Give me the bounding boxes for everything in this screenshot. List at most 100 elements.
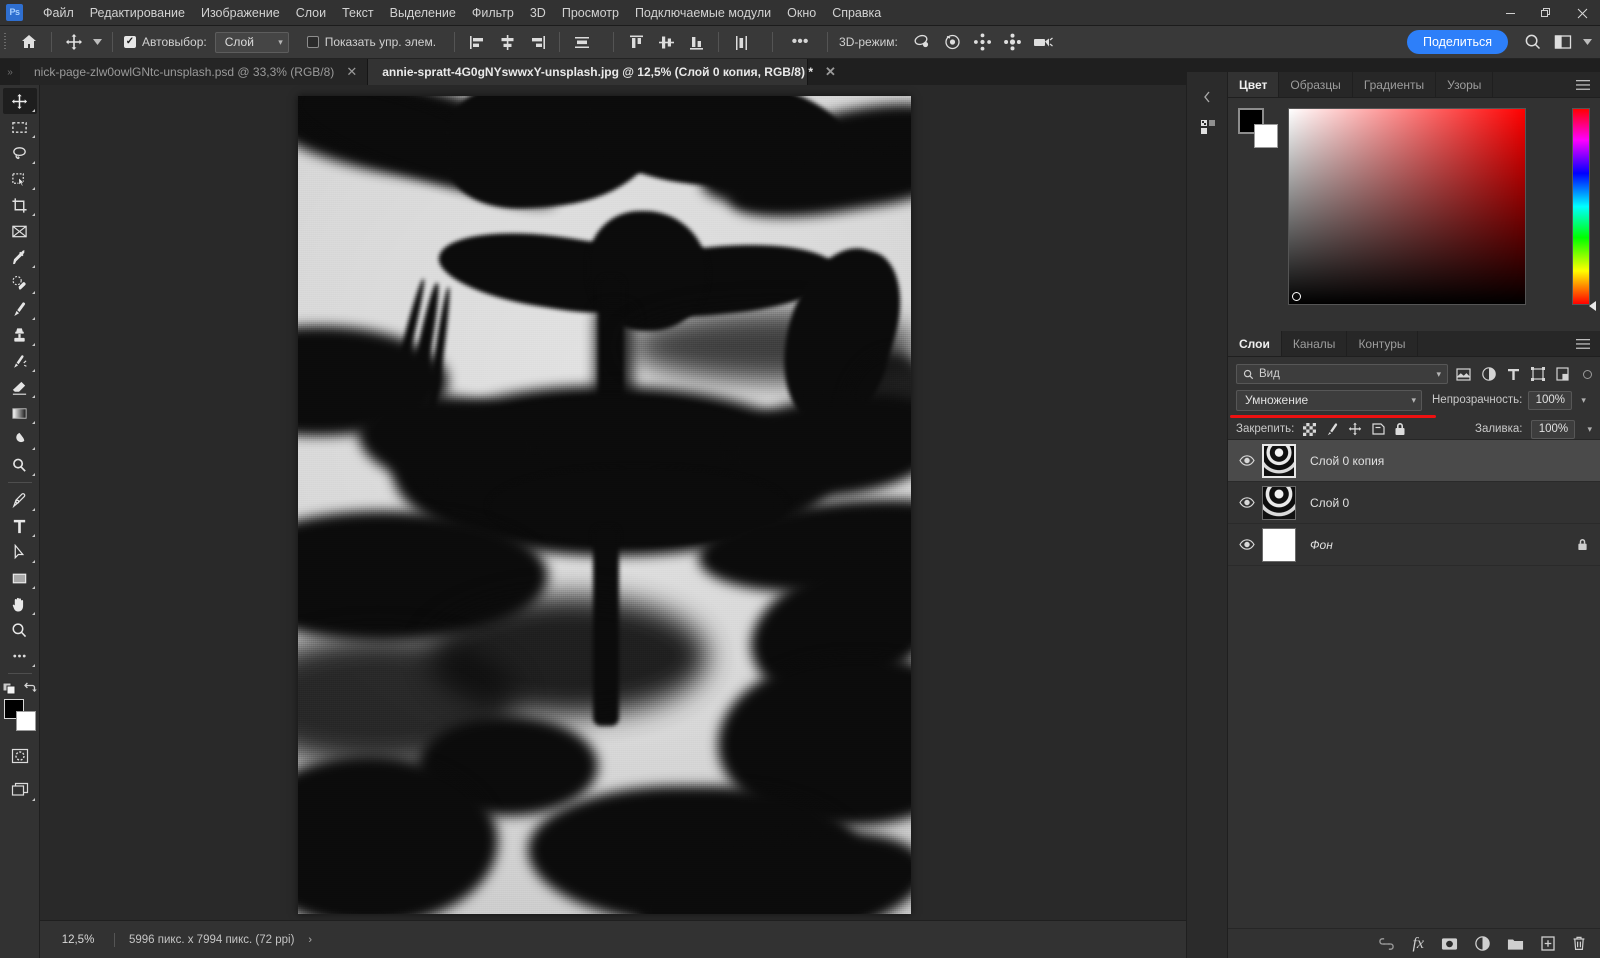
spot-healing-brush-tool[interactable] — [3, 270, 37, 296]
layer-style-fx-icon[interactable]: fx — [1412, 935, 1424, 953]
gradient-tool[interactable] — [3, 400, 37, 426]
clone-stamp-tool[interactable] — [3, 322, 37, 348]
canvas-area[interactable] — [40, 85, 1186, 920]
menu-item-file[interactable]: Файл — [35, 2, 82, 24]
distribute-horizontal-icon[interactable] — [567, 26, 597, 59]
show-transform-controls-group[interactable]: Показать упр. элем. — [306, 35, 436, 49]
document-tab-2[interactable]: annie-spratt-4G0gNYswwxY-unsplash.jpg @ … — [368, 59, 836, 85]
blur-tool[interactable] — [3, 426, 37, 452]
document-tab-1-close-icon[interactable]: ✕ — [346, 64, 357, 80]
zoom-tool[interactable] — [3, 617, 37, 643]
minimize-button[interactable] — [1492, 0, 1528, 26]
new-layer-icon[interactable] — [1541, 936, 1555, 951]
color-panel-background-swatch[interactable] — [1254, 124, 1278, 148]
pan-3d-icon[interactable] — [968, 26, 998, 59]
libraries-panel-icon[interactable] — [1187, 112, 1229, 142]
menu-item-plugins[interactable]: Подключаемые модули — [627, 2, 779, 24]
layer-visibility-icon-2[interactable] — [1234, 539, 1260, 550]
crop-tool[interactable] — [3, 192, 37, 218]
lock-all-icon[interactable] — [1394, 422, 1406, 436]
pixel-filter-icon[interactable] — [1456, 367, 1471, 381]
close-button[interactable] — [1564, 0, 1600, 26]
distribute-vertical-icon[interactable] — [726, 26, 756, 59]
orbit-3d-icon[interactable] — [908, 26, 938, 59]
layer-visibility-icon-1[interactable] — [1234, 497, 1260, 508]
align-vertical-centers-icon[interactable] — [651, 26, 681, 59]
eyedropper-tool[interactable] — [3, 244, 37, 270]
opacity-value-field[interactable]: 100% — [1528, 390, 1573, 410]
path-selection-tool[interactable] — [3, 539, 37, 565]
layer-name-0[interactable]: Слой 0 копия — [1310, 454, 1384, 468]
new-group-icon[interactable] — [1507, 937, 1524, 951]
align-horizontal-centers-icon[interactable] — [492, 26, 522, 59]
fill-value-field[interactable]: 100% — [1531, 419, 1576, 439]
menu-item-image[interactable]: Изображение — [193, 2, 288, 24]
blend-mode-dropdown[interactable]: Умножение ▾ — [1236, 389, 1422, 411]
tabs-overflow-icon[interactable]: » — [0, 59, 20, 85]
lock-image-icon[interactable] — [1325, 422, 1339, 436]
layer-filter-type-dropdown[interactable]: Вид ▾ — [1236, 364, 1448, 384]
object-selection-tool[interactable] — [3, 166, 37, 192]
menu-item-text[interactable]: Текст — [334, 2, 381, 24]
align-bottom-edges-icon[interactable] — [681, 26, 711, 59]
hue-slider-marker[interactable] — [1589, 301, 1596, 311]
tab-gradients[interactable]: Градиенты — [1353, 72, 1437, 97]
menu-item-window[interactable]: Окно — [779, 2, 824, 24]
layer-thumbnail-0[interactable] — [1262, 443, 1296, 478]
move-tool[interactable] — [2, 88, 37, 114]
menu-item-3d[interactable]: 3D — [522, 2, 554, 24]
menu-item-select[interactable]: Выделение — [382, 2, 464, 24]
workspace-chevron-down-icon[interactable] — [1578, 26, 1596, 59]
tab-color[interactable]: Цвет — [1228, 72, 1280, 97]
rectangular-marquee-tool[interactable] — [3, 114, 37, 140]
align-right-edges-icon[interactable] — [522, 26, 552, 59]
tab-swatches[interactable]: Образцы — [1279, 72, 1353, 97]
align-top-edges-icon[interactable] — [621, 26, 651, 59]
status-expand-chevron-icon[interactable]: › — [308, 934, 312, 946]
adjustment-layer-icon[interactable] — [1475, 936, 1490, 951]
background-color-swatch[interactable] — [15, 711, 36, 731]
dodge-tool[interactable] — [3, 452, 37, 478]
link-layers-icon[interactable] — [1378, 937, 1395, 950]
layer-name-1[interactable]: Слой 0 — [1310, 496, 1349, 510]
swap-colors-icon[interactable] — [23, 681, 37, 695]
layer-row-0[interactable]: Слой 0 копия — [1228, 440, 1600, 482]
foreground-background-swatches[interactable] — [3, 699, 37, 733]
camera-3d-icon[interactable] — [1028, 26, 1058, 59]
menu-item-edit[interactable]: Редактирование — [82, 2, 193, 24]
adjustment-filter-icon[interactable] — [1482, 367, 1496, 381]
layer-mask-icon[interactable] — [1441, 937, 1458, 951]
move-tool-icon[interactable] — [59, 26, 89, 59]
edit-toolbar-tool[interactable] — [3, 643, 37, 669]
document-tab-2-close-icon[interactable]: ✕ — [825, 64, 836, 80]
color-panel-swatches[interactable] — [1238, 108, 1280, 150]
lock-artboard-icon[interactable] — [1371, 422, 1385, 436]
tab-patterns[interactable]: Узоры — [1436, 72, 1494, 97]
share-button[interactable]: Поделиться — [1406, 30, 1508, 54]
type-filter-icon[interactable] — [1507, 368, 1520, 381]
lock-position-icon[interactable] — [1348, 422, 1362, 436]
history-brush-tool[interactable] — [3, 348, 37, 374]
align-left-edges-icon[interactable] — [462, 26, 492, 59]
layer-row-1[interactable]: Слой 0 — [1228, 482, 1600, 524]
hue-slider[interactable] — [1572, 108, 1590, 305]
quick-mask-icon[interactable] — [3, 743, 37, 769]
tool-preset-chevron-down-icon[interactable] — [89, 26, 105, 59]
layer-visibility-icon-0[interactable] — [1234, 455, 1260, 466]
pen-tool[interactable] — [3, 487, 37, 513]
menu-item-layers[interactable]: Слои — [288, 2, 334, 24]
layer-name-2[interactable]: Фон — [1310, 538, 1333, 552]
delete-layer-icon[interactable] — [1572, 936, 1586, 951]
restore-button[interactable] — [1528, 0, 1564, 26]
shape-filter-icon[interactable] — [1531, 367, 1545, 381]
tab-paths[interactable]: Контуры — [1347, 331, 1418, 356]
lasso-tool[interactable] — [3, 140, 37, 166]
show-transform-checkbox[interactable] — [306, 36, 319, 48]
layer-filter-toggle[interactable] — [1583, 369, 1592, 379]
layer-row-2[interactable]: Фон — [1228, 524, 1600, 566]
frame-tool[interactable] — [3, 218, 37, 244]
color-panel-menu-icon[interactable] — [1566, 72, 1600, 97]
color-spectrum-marker[interactable] — [1292, 292, 1301, 301]
eraser-tool[interactable] — [3, 374, 37, 400]
rail-expand-icon[interactable] — [1187, 82, 1229, 112]
